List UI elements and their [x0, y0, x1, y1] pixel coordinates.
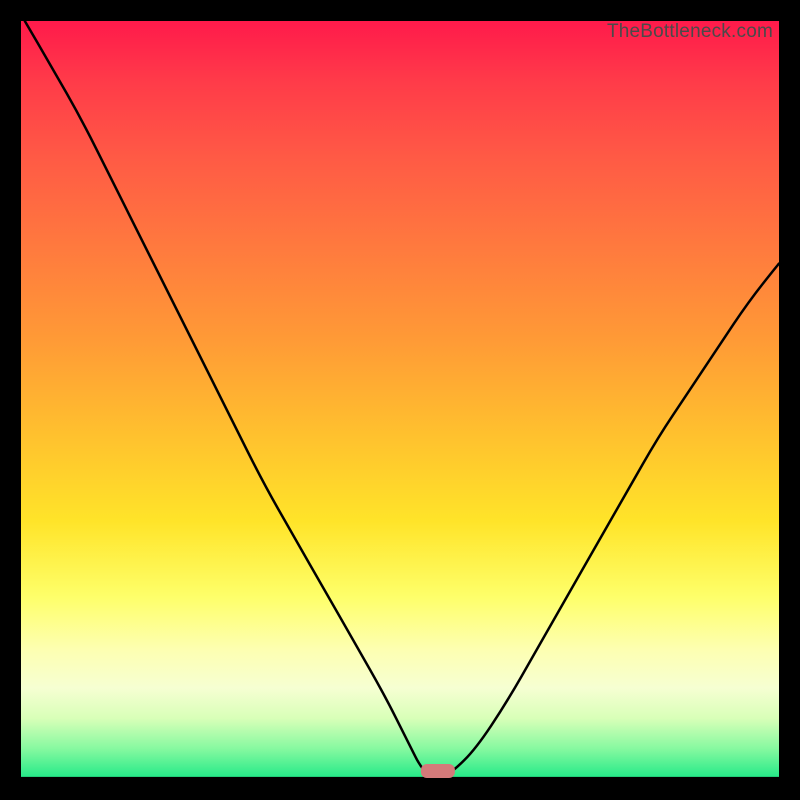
- chart-plot-area: TheBottleneck.com: [21, 21, 779, 779]
- chart-svg: [21, 21, 779, 779]
- bottleneck-curve: [25, 21, 779, 777]
- minimum-marker: [421, 764, 455, 778]
- chart-frame: TheBottleneck.com: [0, 0, 800, 800]
